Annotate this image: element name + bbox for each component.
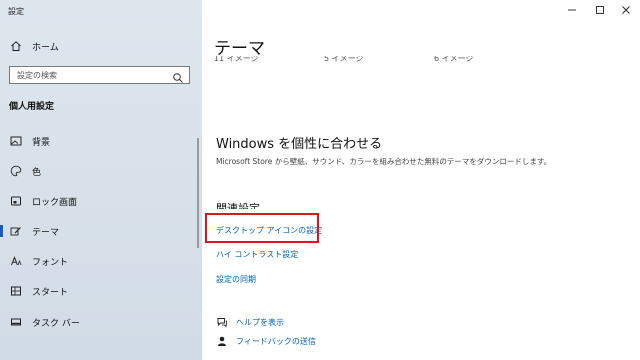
sidebar-item-color[interactable]: 色 — [0, 160, 202, 182]
sidebar-item-label: ロック画面 — [32, 197, 78, 208]
minimize-button[interactable] — [565, 4, 579, 16]
font-icon — [9, 254, 23, 268]
sidebar-item-theme[interactable]: テーマ — [0, 220, 202, 242]
maximize-icon — [596, 6, 604, 14]
minimize-icon — [568, 9, 576, 11]
search-placeholder: 設定の検索 — [17, 70, 57, 80]
theme-thumb-caption: 11 イメージ — [214, 56, 259, 63]
sidebar-item-label: ホーム — [32, 42, 59, 53]
sidebar-scrollbar[interactable] — [197, 138, 199, 248]
search-icon[interactable] — [172, 69, 184, 83]
sidebar-item-lock-screen[interactable]: ロック画面 — [0, 190, 202, 212]
theme-thumb-caption: 6 イメージ — [434, 56, 474, 63]
sidebar-item-label: タスク バー — [32, 318, 80, 329]
palette-icon — [9, 164, 23, 178]
sidebar-item-start[interactable]: スタート — [0, 280, 202, 302]
search-input[interactable]: 設定の検索 — [9, 66, 190, 84]
sidebar-item-label: テーマ — [32, 227, 60, 238]
help-link[interactable]: ヘルプを表示 — [216, 316, 284, 328]
high-contrast-settings-link[interactable]: ハイ コントラスト設定 — [216, 249, 298, 260]
sidebar-item-label: フォント — [32, 257, 69, 268]
start-grid-icon — [9, 284, 23, 298]
help-chat-icon — [216, 316, 228, 328]
feedback-link-label: フィードバックの送信 — [236, 336, 316, 346]
sidebar-item-label: 色 — [32, 167, 42, 178]
personalize-description: Microsoft Store から壁紙、サウンド、カラーを組み合わせた無料のテ… — [216, 157, 552, 166]
taskbar-icon — [9, 315, 23, 329]
sidebar-item-label: 背景 — [32, 137, 51, 148]
sidebar-item-home[interactable]: ホーム — [0, 35, 202, 57]
sidebar-item-font[interactable]: フォント — [0, 250, 202, 272]
home-icon — [9, 39, 23, 53]
window-title: 設定 — [8, 7, 24, 16]
personalize-heading: Windows を個性に合わせる — [216, 137, 383, 152]
close-icon — [622, 6, 630, 14]
maximize-button[interactable] — [593, 4, 607, 16]
theme-thumbnail-captions: 11 イメージ 5 イメージ 6 イメージ — [214, 56, 574, 66]
sidebar: 設定 ホーム 設定の検索 個人用設定 背景 色 ロック画面 テーマ フォント ス… — [0, 0, 202, 360]
theme-brush-icon — [9, 224, 23, 238]
feedback-person-icon — [216, 335, 228, 347]
sidebar-item-taskbar[interactable]: タスク バー — [0, 311, 202, 333]
sidebar-item-background[interactable]: 背景 — [0, 130, 202, 152]
help-link-label: ヘルプを表示 — [236, 317, 284, 327]
highlight-box — [205, 213, 319, 243]
sync-settings-link[interactable]: 設定の同期 — [216, 274, 256, 285]
lock-screen-icon — [9, 194, 23, 208]
close-button[interactable] — [619, 4, 633, 16]
sidebar-item-label: スタート — [32, 287, 69, 298]
related-settings-label: 関連設定 — [216, 202, 260, 209]
feedback-link[interactable]: フィードバックの送信 — [216, 335, 316, 347]
related-settings-heading: 関連設定 — [216, 198, 336, 209]
section-title: 個人用設定 — [9, 102, 55, 112]
theme-thumb-caption: 5 イメージ — [324, 56, 364, 63]
picture-icon — [9, 134, 23, 148]
